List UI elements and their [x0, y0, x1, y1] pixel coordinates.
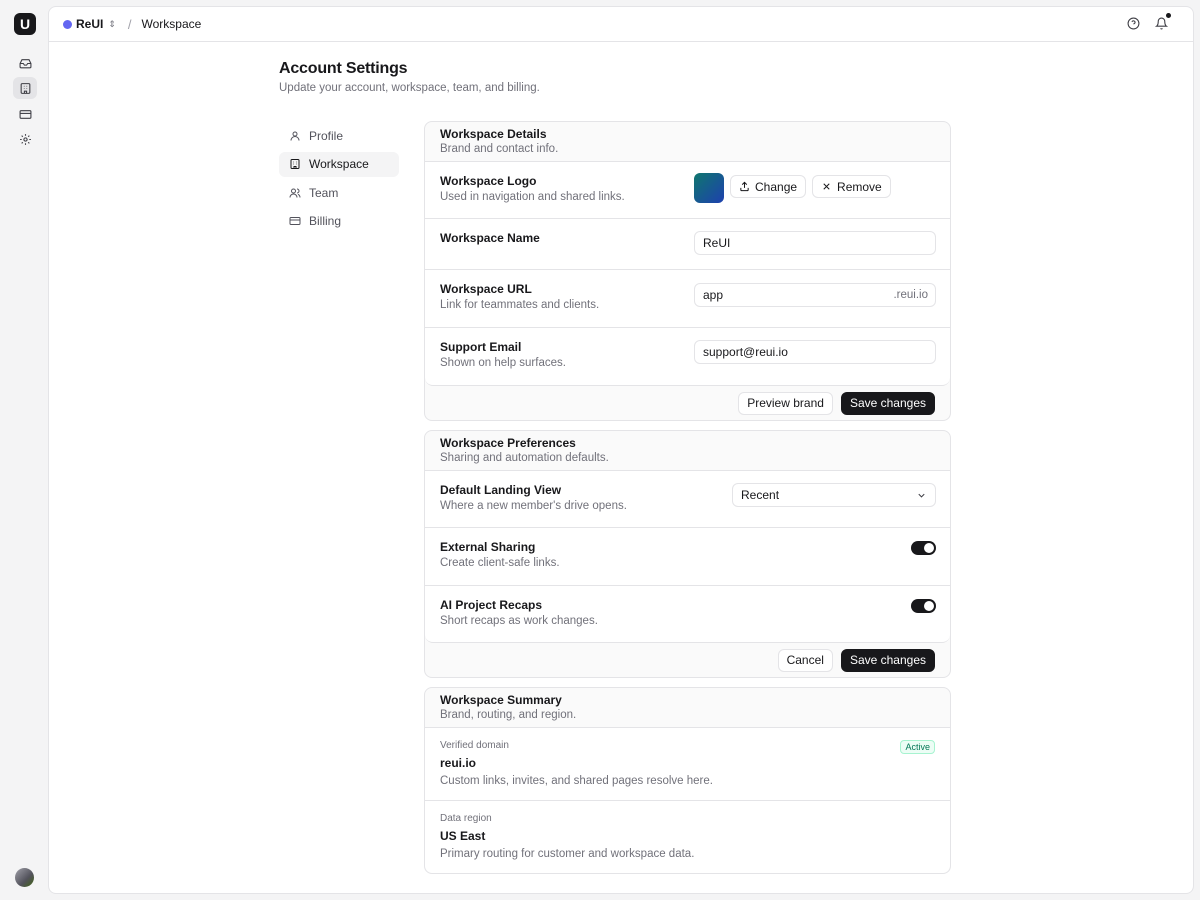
summary-label: Verified domain [440, 740, 509, 751]
building-icon[interactable] [13, 77, 37, 99]
summary-value: reui.io [440, 756, 477, 770]
app-logo[interactable]: U [14, 13, 36, 35]
chevron-up-down-icon[interactable]: ⇕ [108, 19, 116, 29]
card-description: Brand and contact info. [440, 143, 559, 155]
inbox-icon[interactable] [13, 52, 37, 74]
summary-text: Primary routing for customer and workspa… [440, 848, 695, 860]
field-label: AI Project Recaps [440, 598, 543, 612]
nav-item-label: Billing [309, 214, 342, 228]
change-label: Change [755, 179, 798, 194]
nav-item-label: Team [309, 185, 339, 200]
upload-icon [740, 181, 749, 192]
domain-row: Verified domain Active reui.io Custom li… [425, 728, 950, 801]
name-row: Workspace Name ReUI [425, 219, 950, 270]
input-value: support@reui.io [703, 345, 788, 359]
field-help: Short recaps as work changes. [440, 615, 598, 627]
nav-item-profile[interactable]: Profile [279, 123, 399, 148]
bell-icon[interactable] [1153, 13, 1171, 31]
remove-label: Remove [837, 179, 882, 194]
cancel-button[interactable]: Cancel [777, 648, 833, 672]
users-icon [289, 188, 301, 198]
logo-row: Workspace Logo Used in navigation and sh… [425, 162, 950, 219]
card-title: Workspace Details [440, 127, 547, 141]
summary-label: Data region [440, 813, 492, 824]
notification-dot [1166, 13, 1171, 18]
summary-value: US East [440, 829, 486, 843]
workspace-name-input[interactable]: ReUI [694, 231, 936, 255]
page-subtitle: Update your account, workspace, team, an… [279, 82, 540, 94]
avatar[interactable] [15, 868, 34, 887]
close-icon [823, 183, 830, 190]
workspace-url-input[interactable]: app .reui.io [694, 283, 936, 307]
workspace-logo-thumbnail [694, 173, 724, 203]
save-changes-button[interactable]: Save changes [840, 391, 935, 415]
input-value: ReUI [703, 236, 731, 250]
landing-view-select[interactable]: Recent [732, 483, 936, 507]
remove-logo-button[interactable]: Remove [812, 175, 891, 198]
page-title: Account Settings [279, 60, 408, 77]
settings-nav: Profile Workspace Team Billing [279, 123, 399, 237]
gear-icon[interactable] [13, 128, 37, 150]
card-title: Workspace Summary [440, 693, 562, 707]
nav-item-label: Profile [309, 128, 344, 143]
select-value: Recent [741, 488, 780, 502]
url-suffix: .reui.io [893, 289, 928, 301]
input-value: app [703, 288, 724, 302]
workspace-preferences-card: Workspace Preferences Sharing and automa… [424, 430, 951, 678]
card-title: Workspace Preferences [440, 436, 576, 450]
building-icon [290, 159, 300, 169]
help-icon[interactable] [1125, 15, 1141, 31]
url-row: Workspace URL Link for teammates and cli… [425, 270, 950, 328]
nav-item-billing[interactable]: Billing [279, 209, 399, 234]
workspace-summary-card: Workspace Summary Brand, routing, and re… [424, 687, 951, 874]
breadcrumb-separator: / [127, 16, 132, 32]
region-row: Data region US East Primary routing for … [425, 801, 950, 873]
ai-recaps-toggle[interactable] [911, 599, 936, 613]
app-rail: U [0, 0, 48, 900]
preview-brand-button[interactable]: Preview brand [738, 391, 833, 415]
toggle-knob [924, 601, 934, 611]
save-changes-button[interactable]: Save changes [840, 648, 935, 672]
nav-item-label: Workspace [309, 157, 369, 171]
ai-recaps-row: AI Project Recaps Short recaps as work c… [425, 586, 950, 642]
user-icon [290, 131, 300, 141]
nav-item-workspace[interactable]: Workspace [279, 151, 399, 177]
external-sharing-toggle[interactable] [911, 541, 936, 555]
nav-item-team[interactable]: Team [279, 180, 399, 205]
workspace-switcher[interactable]: ReUI [76, 17, 103, 31]
external-sharing-row: External Sharing Create client-safe link… [425, 528, 950, 586]
support-email-input[interactable]: support@reui.io [694, 340, 936, 364]
breadcrumb[interactable]: Workspace [142, 17, 202, 31]
toggle-knob [924, 543, 934, 553]
landing-view-row: Default Landing View Where a new member'… [425, 471, 950, 528]
chevron-down-icon [918, 493, 925, 498]
summary-text: Custom links, invites, and shared pages … [440, 775, 713, 787]
status-badge: Active [900, 740, 935, 754]
credit-card-icon[interactable] [13, 103, 37, 125]
main-frame: ReUI ⇕ / Workspace Account Settings Upda… [48, 6, 1194, 894]
field-help: Create client-safe links. [440, 557, 560, 569]
card-description: Sharing and automation defaults. [440, 452, 609, 464]
topbar: ReUI ⇕ / Workspace [49, 7, 1193, 42]
workspace-dot [63, 19, 72, 29]
workspace-details-card: Workspace Details Brand and contact info… [424, 121, 951, 421]
credit-card-icon [289, 217, 301, 225]
field-label: External Sharing [440, 540, 536, 554]
change-logo-button[interactable]: Change [730, 175, 807, 198]
card-description: Brand, routing, and region. [440, 709, 577, 721]
email-row: Support Email Shown on help surfaces. su… [425, 328, 950, 385]
